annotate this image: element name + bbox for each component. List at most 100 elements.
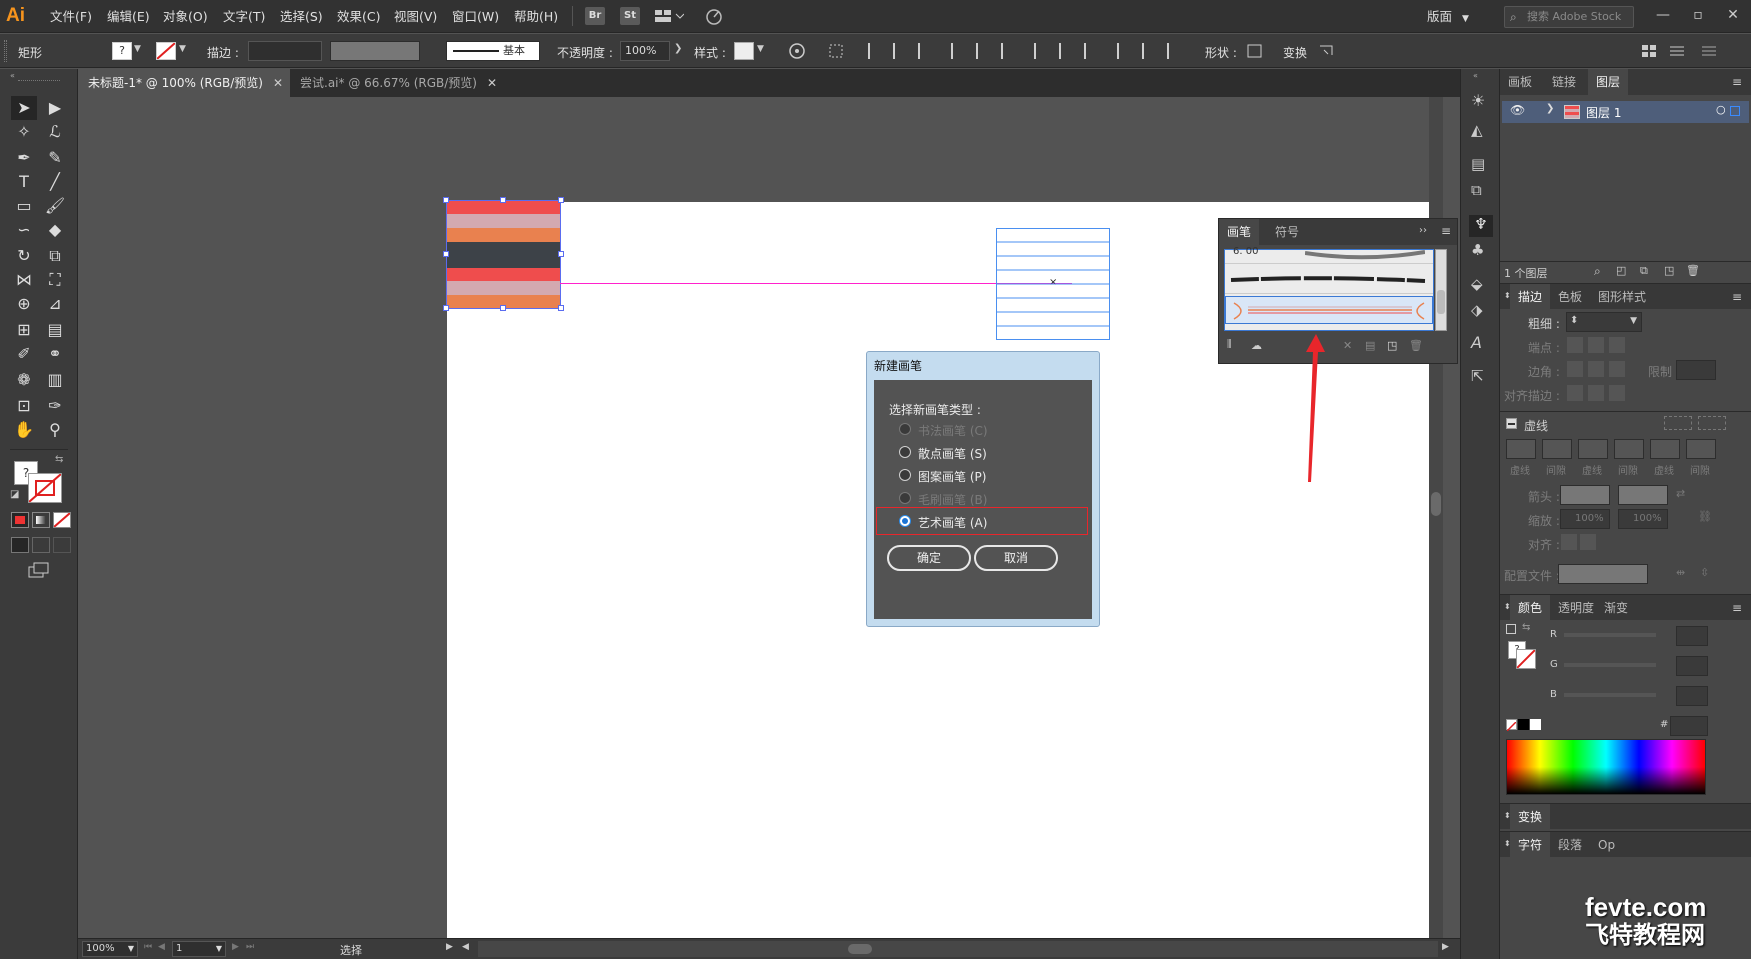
- delete-layer-icon[interactable]: 🗑: [1686, 264, 1700, 277]
- outline-lines-group[interactable]: [996, 228, 1110, 340]
- radio-pattern[interactable]: [899, 469, 911, 481]
- lasso-tool-icon[interactable]: ℒ: [42, 120, 68, 144]
- opacity-input[interactable]: 100%: [620, 41, 670, 61]
- graphic-styles-icon[interactable]: ⬙: [1471, 275, 1483, 293]
- bridge-icon[interactable]: Br: [585, 7, 605, 25]
- option-pattern-label[interactable]: 图案画笔 (P): [918, 468, 986, 485]
- align-vertical-center-icon[interactable]: [976, 43, 992, 59]
- rectangle-tool-icon[interactable]: ▭: [11, 194, 37, 218]
- stroke-weight-input[interactable]: [248, 41, 322, 61]
- cancel-button[interactable]: 取消: [974, 545, 1058, 571]
- symbol-sprayer-tool-icon[interactable]: ❁: [11, 368, 37, 392]
- new-brush-icon[interactable]: ◳: [1387, 339, 1401, 353]
- chevron-down-icon[interactable]: ▼: [757, 44, 764, 54]
- selection-handle[interactable]: [500, 197, 506, 203]
- selection-handle[interactable]: [558, 305, 564, 311]
- selection-indicator[interactable]: [1730, 106, 1740, 116]
- horizontal-scrollbar[interactable]: [478, 941, 1438, 957]
- draw-inside-icon[interactable]: [53, 537, 71, 553]
- pathfinder-icon[interactable]: ⧉: [1471, 181, 1482, 199]
- maximize-button[interactable]: ▫: [1681, 4, 1715, 26]
- direct-selection-tool-icon[interactable]: ▶: [42, 96, 68, 120]
- selection-handle[interactable]: [500, 305, 506, 311]
- tab-swatches[interactable]: 色板: [1550, 284, 1590, 310]
- search-stock-input[interactable]: ⌕ 搜索 Adobe Stock: [1504, 6, 1634, 28]
- panel-menu-icon[interactable]: ≡: [1732, 75, 1742, 89]
- glyphs-icon[interactable]: A: [1471, 333, 1482, 352]
- menu-window[interactable]: 窗口(W): [452, 8, 499, 26]
- toolbar-grip[interactable]: [18, 80, 60, 82]
- zoom-select[interactable]: 100% ▼: [82, 941, 138, 957]
- search-icon[interactable]: ⌕: [1594, 264, 1601, 279]
- expand-arrows-icon[interactable]: «: [1473, 71, 1478, 80]
- channel-r-slider[interactable]: [1564, 633, 1656, 637]
- default-colors-icon[interactable]: ◪: [10, 489, 19, 500]
- align-horizontal-center-icon[interactable]: [893, 43, 909, 59]
- eyedropper-tool-icon[interactable]: ✐: [11, 342, 37, 366]
- menu-help[interactable]: 帮助(H): [514, 8, 558, 26]
- eye-icon[interactable]: 👁: [1510, 103, 1525, 117]
- tab-graphic-styles[interactable]: 图形样式: [1590, 284, 1654, 310]
- flip-across-icon[interactable]: ⇳: [1700, 566, 1709, 579]
- ok-button[interactable]: 确定: [887, 545, 971, 571]
- remove-brush-stroke-icon[interactable]: ✕: [1343, 339, 1357, 353]
- vertical-scroll-thumb[interactable]: [1431, 492, 1441, 516]
- transform-label[interactable]: 变换: [1283, 44, 1307, 61]
- blend-tool-icon[interactable]: ⚭: [42, 342, 68, 366]
- minimize-button[interactable]: —: [1646, 4, 1680, 26]
- channel-b-field[interactable]: [1676, 686, 1708, 706]
- menu-edit[interactable]: 编辑(E): [107, 8, 150, 26]
- tab-color[interactable]: 颜色: [1510, 595, 1551, 621]
- align-panel-icon[interactable]: ▤: [1471, 155, 1485, 173]
- color-mode-button[interactable]: [11, 512, 29, 528]
- chevron-down-icon[interactable]: ▼: [1630, 316, 1637, 326]
- dash-field-1[interactable]: [1506, 439, 1536, 459]
- dashed-label[interactable]: 虚线: [1524, 417, 1548, 434]
- brush-list-scrollbar[interactable]: [1435, 249, 1447, 331]
- gap-field-1[interactable]: [1542, 439, 1572, 459]
- appearance-icon[interactable]: ◭: [1471, 121, 1483, 139]
- artboard-tool-icon[interactable]: ⊡: [11, 394, 37, 418]
- close-tab-icon[interactable]: ✕: [487, 76, 497, 90]
- width-tool-icon[interactable]: ⋈: [11, 268, 37, 292]
- radio-art[interactable]: [899, 515, 911, 527]
- align-left-icon[interactable]: [868, 43, 884, 59]
- mesh-tool-icon[interactable]: ⊞: [11, 318, 37, 342]
- new-layer-icon[interactable]: ◳: [1664, 264, 1674, 277]
- next-artboard-icon[interactable]: ▶: [232, 942, 239, 952]
- link-icon[interactable]: ⛓: [1698, 510, 1712, 523]
- shaper-tool-icon[interactable]: ∽: [11, 218, 37, 242]
- gap-field-3[interactable]: [1686, 439, 1716, 459]
- panel-menu-icon[interactable]: [1668, 43, 1686, 59]
- asset-export-icon[interactable]: ⬗: [1471, 301, 1483, 319]
- distribute-h-center-icon[interactable]: [1142, 43, 1158, 59]
- shape-builder-tool-icon[interactable]: ⊕: [11, 292, 37, 316]
- dashed-checkbox[interactable]: [1506, 418, 1517, 429]
- gradient-tool-icon[interactable]: ▤: [42, 318, 68, 342]
- arrow-start-select[interactable]: [1560, 485, 1610, 505]
- scroll-left-icon[interactable]: ◀: [462, 942, 469, 952]
- color-guide-icon[interactable]: ☀: [1471, 91, 1485, 110]
- brush-item-new-art[interactable]: [1225, 296, 1433, 324]
- recolor-artwork-icon[interactable]: [788, 43, 806, 59]
- none-mode-button[interactable]: [53, 512, 71, 528]
- tab-untitled-1[interactable]: 未标题-1* @ 100% (RGB/预览) ✕: [78, 69, 290, 97]
- menu-select[interactable]: 选择(S): [280, 8, 323, 26]
- delete-brush-icon[interactable]: 🗑: [1409, 339, 1423, 353]
- dash-field-3[interactable]: [1650, 439, 1680, 459]
- arrange-icon[interactable]: [1640, 43, 1658, 59]
- tab-transparency[interactable]: 透明度: [1550, 595, 1602, 621]
- panel-menu-icon[interactable]: ≡: [1732, 290, 1742, 304]
- first-artboard-icon[interactable]: ⏮: [144, 942, 152, 952]
- prev-artboard-icon[interactable]: ◀: [158, 942, 165, 952]
- export-icon[interactable]: ⇱: [1471, 367, 1484, 385]
- brush-list-scroll-thumb[interactable]: [1437, 290, 1445, 314]
- menu-file[interactable]: 文件(F): [50, 8, 92, 26]
- panel-menu-icon[interactable]: ≡: [1441, 224, 1451, 238]
- shape-label[interactable]: 形状 :: [1205, 44, 1237, 61]
- align-top-icon[interactable]: [951, 43, 967, 59]
- swap-arrows-icon[interactable]: ⇄: [1676, 487, 1685, 500]
- hand-tool-icon[interactable]: ✋: [11, 418, 37, 442]
- dash-align-icon[interactable]: [1698, 416, 1726, 430]
- distribute-center-icon[interactable]: [1059, 43, 1075, 59]
